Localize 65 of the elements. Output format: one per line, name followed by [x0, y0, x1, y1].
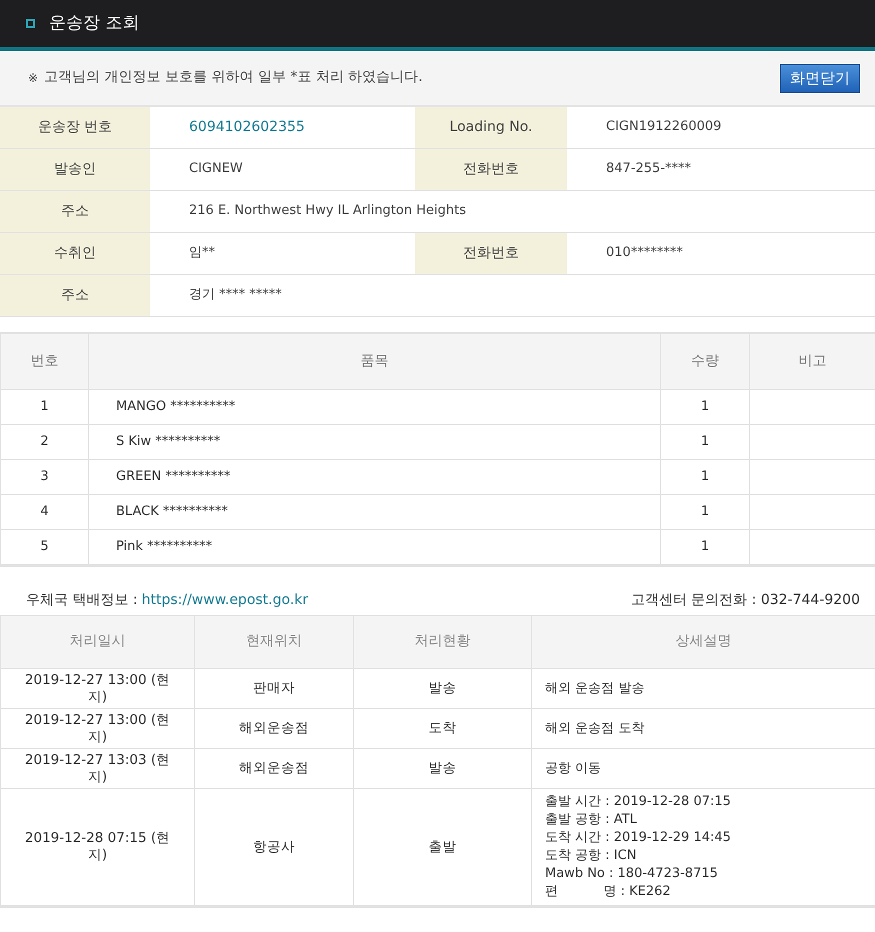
table-cell: 발송 [354, 668, 532, 708]
table-cell: 발송 [354, 748, 532, 788]
field-label: Loading No. [415, 107, 567, 148]
field-value: 216 E. Northwest Hwy IL Arlington Heights [150, 190, 875, 232]
field-label: 주소 [0, 274, 150, 316]
detail-line: 출발 공항 : ATL [545, 811, 638, 829]
table-cell-text: 2019-12-28 07:15 (현지) [24, 830, 172, 864]
table-cell: GREEN ********** [88, 460, 660, 494]
table-cell-text: 2019-12-27 13:03 (현지) [24, 752, 172, 786]
detail-line: 공항 이동 [545, 760, 602, 778]
table-cell: BLACK ********** [88, 494, 660, 530]
table-cell: S Kiw ********** [88, 424, 660, 460]
field-label: 운송장 번호 [0, 107, 150, 148]
table-cell-text: 2019-12-27 13:00 (현지) [24, 672, 172, 706]
column-header: 품목 [88, 333, 660, 390]
notice-text: 고객님의 개인정보 보호를 위하여 일부 *표 처리 하였습니다. [44, 69, 423, 87]
column-header: 번호 [0, 333, 88, 390]
column-header: 수량 [660, 333, 750, 390]
column-header: 상세설명 [532, 616, 875, 668]
detail-line: 해외 운송점 발송 [545, 680, 646, 698]
website-link[interactable]: https://www.epost.go.kr [142, 592, 308, 609]
field-label: 발송인 [0, 148, 150, 190]
table-cell: 5 [0, 530, 88, 566]
detail-line: 출발 시간 : 2019-12-28 07:15 [545, 793, 732, 811]
table-cell: 4 [0, 494, 88, 530]
table-cell: 해외운송점 [194, 708, 354, 748]
contact-text: 고객센터 문의전화 : 032-744-9200 [630, 592, 860, 609]
field-value: 010******** [567, 232, 875, 274]
detail-line: 도착 시간 : 2019-12-29 14:45 [545, 829, 732, 847]
detail-line: 도착 공항 : ICN [545, 847, 638, 865]
detail-line: 편 명 : KE262 [545, 883, 672, 901]
detail-line: Mawb No : 180-4723-8715 [545, 865, 719, 883]
table-cell: 3 [0, 460, 88, 494]
column-header: 처리일시 [0, 616, 194, 668]
column-header: 처리현황 [354, 616, 532, 668]
page-title: 운송장 조회 [49, 12, 140, 34]
close-button[interactable]: 화면닫기 [780, 64, 860, 92]
table-cell: 1 [660, 494, 750, 530]
column-header: 현재위치 [194, 616, 354, 668]
table-cell: 판매자 [194, 668, 354, 708]
table-cell: 1 [660, 460, 750, 494]
table-cell: 항공사 [194, 788, 354, 906]
table-cell: 1 [660, 390, 750, 424]
table-cell: 2 [0, 424, 88, 460]
table-cell: 출발 [354, 788, 532, 906]
field-label: 전화번호 [415, 232, 567, 274]
field-value: CIGN1912260009 [567, 107, 875, 148]
field-label: 수취인 [0, 232, 150, 274]
info-label: 우체국 택배정보 : [26, 592, 138, 609]
table-cell-text: 2019-12-27 13:00 (현지) [24, 712, 172, 746]
column-header: 비고 [750, 333, 875, 390]
field-label: 전화번호 [415, 148, 567, 190]
field-label: 주소 [0, 190, 150, 232]
notice-mark: ※ [28, 70, 38, 86]
table-cell: 해외운송점 [194, 748, 354, 788]
table-cell: 1 [660, 530, 750, 566]
field-value: 847-255-**** [567, 148, 875, 190]
detail-line: 해외 운송점 도착 [545, 720, 646, 738]
table-cell: MANGO ********** [88, 390, 660, 424]
table-cell: Pink ********** [88, 530, 660, 566]
table-cell: 도착 [354, 708, 532, 748]
table-cell: 1 [660, 424, 750, 460]
bullet-icon [26, 19, 35, 28]
table-cell: 1 [0, 390, 88, 424]
field-value: 경기 **** ***** [150, 274, 875, 316]
